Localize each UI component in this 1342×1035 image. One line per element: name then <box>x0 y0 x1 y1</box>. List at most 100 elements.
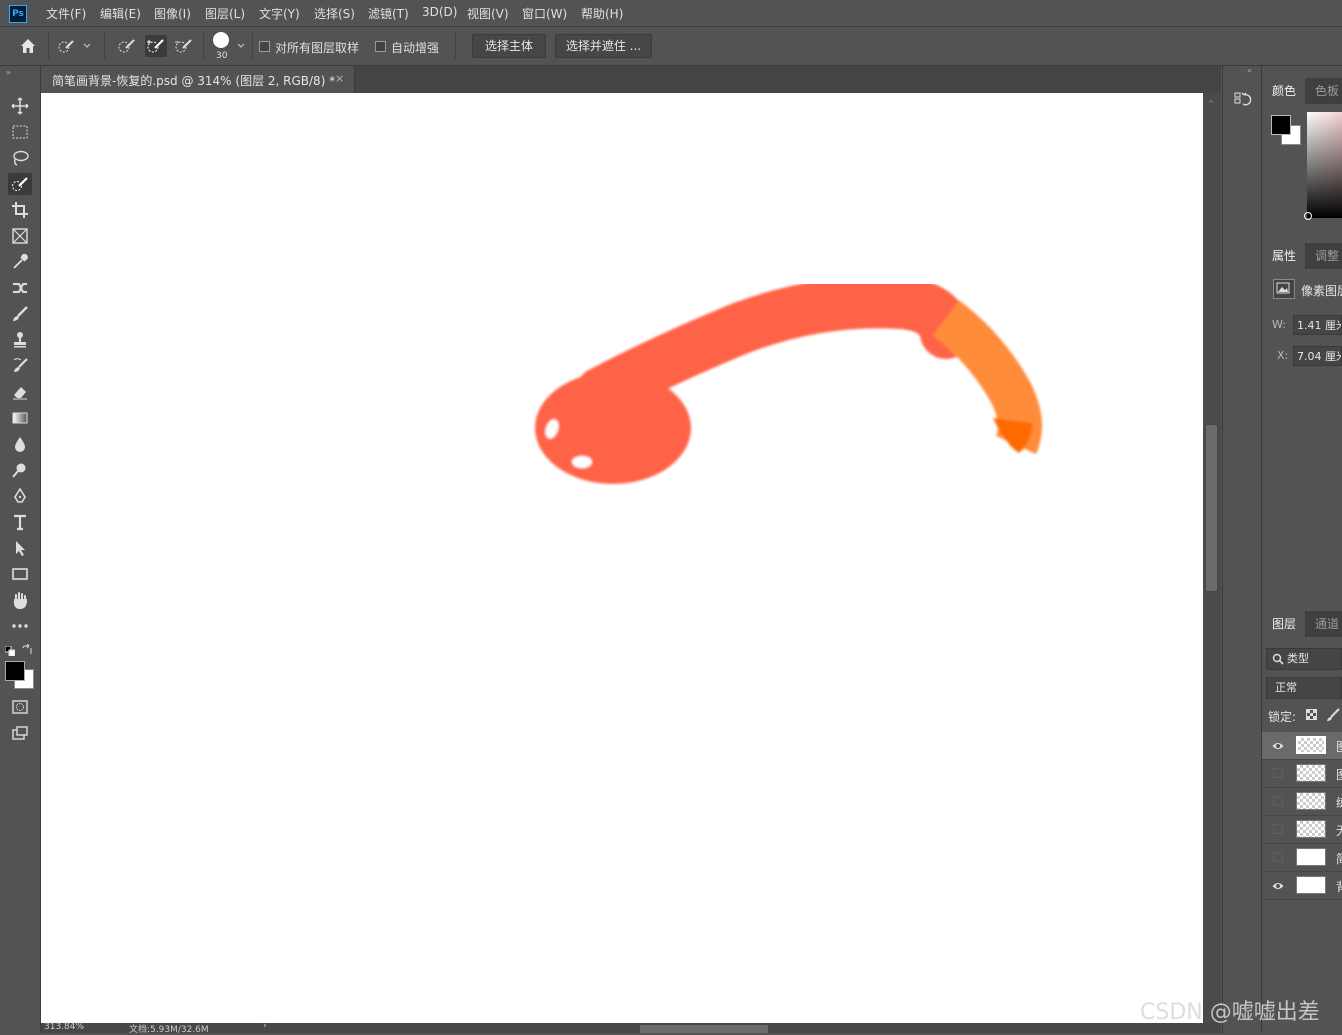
quick-mask-icon[interactable] <box>8 696 32 718</box>
quick-selection-tool-icon[interactable] <box>8 173 32 195</box>
layer-name: 图 <box>1336 766 1342 783</box>
menu-layer[interactable]: 图层(L) <box>205 5 245 22</box>
layer-name: 背 <box>1336 878 1342 895</box>
menu-select[interactable]: 选择(S) <box>314 5 355 22</box>
menu-image[interactable]: 图像(I) <box>154 5 191 22</box>
menu-file[interactable]: 文件(F) <box>46 5 86 22</box>
more-tools-icon[interactable] <box>8 615 32 637</box>
lasso-tool-icon[interactable] <box>8 147 32 169</box>
menu-filter[interactable]: 滤镜(T) <box>368 5 409 22</box>
chevron-down-icon[interactable] <box>80 35 94 57</box>
layer-thumbnail <box>1296 848 1326 866</box>
history-brush-tool-icon[interactable] <box>8 355 32 377</box>
horizontal-scroll-thumb[interactable] <box>640 1025 768 1033</box>
layer-name: 简 <box>1336 850 1342 867</box>
type-tool-icon[interactable] <box>8 511 32 533</box>
tab-adjustments[interactable]: 调整 <box>1305 243 1342 269</box>
layer-thumbnail <box>1296 736 1326 754</box>
move-tool-icon[interactable] <box>8 95 32 117</box>
layer-thumbnail <box>1296 876 1326 894</box>
document-size: 文档:5.93M/32.6M <box>129 1025 209 1035</box>
close-tab-icon[interactable]: × <box>335 72 344 85</box>
new-selection-icon[interactable] <box>117 35 139 57</box>
history-panel-icon[interactable] <box>1234 91 1252 112</box>
photoshop-logo: Ps <box>9 5 27 23</box>
home-icon[interactable] <box>17 35 39 57</box>
gradient-tool-icon[interactable] <box>8 407 32 429</box>
select-and-mask-button[interactable]: 选择并遮住 ... <box>555 34 652 58</box>
color-picker-cursor[interactable] <box>1304 212 1312 220</box>
eye-icon[interactable] <box>1272 740 1284 750</box>
panel-foreground-swatch[interactable] <box>1271 115 1291 135</box>
rectangle-tool-icon[interactable] <box>8 563 32 585</box>
tab-swatches[interactable]: 色板 <box>1305 78 1342 104</box>
canvas[interactable] <box>41 93 1203 1023</box>
layer-name: 无 <box>1336 822 1342 839</box>
eraser-tool-icon[interactable] <box>8 381 32 403</box>
x-label: X: <box>1277 349 1289 362</box>
layer-name: 图 <box>1336 738 1342 755</box>
scroll-up-icon[interactable]: ^ <box>1208 99 1215 108</box>
eye-icon[interactable] <box>1272 880 1284 890</box>
default-colors-icon[interactable] <box>4 645 16 659</box>
vertical-scroll-thumb[interactable] <box>1206 425 1217 591</box>
status-menu-arrow-icon[interactable]: › <box>263 1021 267 1031</box>
tab-channels[interactable]: 通道 <box>1305 611 1342 637</box>
brush-tool-icon[interactable] <box>8 303 32 325</box>
dodge-tool-icon[interactable] <box>8 459 32 481</box>
visibility-toggle[interactable] <box>1273 824 1283 834</box>
marquee-tool-icon[interactable] <box>8 121 32 143</box>
lock-image-pixels-icon[interactable] <box>1326 708 1340 725</box>
menu-edit[interactable]: 编辑(E) <box>100 5 141 22</box>
menu-3d[interactable]: 3D(D) <box>422 5 457 19</box>
auto-enhance-checkbox[interactable] <box>375 41 386 52</box>
hand-tool-icon[interactable] <box>8 589 32 611</box>
menu-help[interactable]: 帮助(H) <box>581 5 623 22</box>
subtract-from-selection-icon[interactable] <box>173 35 195 57</box>
lock-transparent-pixels-icon[interactable] <box>1306 709 1317 723</box>
path-selection-tool-icon[interactable] <box>8 537 32 559</box>
dock-collapse-icon[interactable]: « <box>1247 66 1252 75</box>
eyedropper-tool-icon[interactable] <box>8 251 32 273</box>
crop-tool-icon[interactable] <box>8 199 32 221</box>
x-position-field[interactable]: 7.04 厘米 <box>1293 346 1342 366</box>
layer-row[interactable]: 无 <box>1262 816 1342 844</box>
width-label: W: <box>1272 318 1286 331</box>
select-subject-button[interactable]: 选择主体 <box>472 34 546 58</box>
layer-thumbnail <box>1296 820 1326 838</box>
add-to-selection-icon[interactable] <box>145 35 167 57</box>
brush-size: 30 <box>216 51 228 61</box>
menu-view[interactable]: 视图(V) <box>467 5 509 22</box>
foreground-color-swatch[interactable] <box>5 661 25 681</box>
frame-tool-icon[interactable] <box>8 225 32 247</box>
clone-stamp-tool-icon[interactable] <box>8 329 32 351</box>
color-picker-field[interactable] <box>1307 112 1342 218</box>
screen-mode-icon[interactable] <box>8 722 32 744</box>
zoom-level[interactable]: 313.84% <box>44 1022 84 1032</box>
layer-row[interactable]: 简 <box>1262 844 1342 872</box>
visibility-toggle[interactable] <box>1273 852 1283 862</box>
lock-label: 锁定: <box>1268 710 1297 724</box>
healing-brush-tool-icon[interactable] <box>8 277 32 299</box>
panel-collapse-icon[interactable]: » <box>6 68 11 77</box>
status-bar: 313.84% 文档:5.93M/32.6M › <box>41 1021 1221 1035</box>
width-field[interactable]: 1.41 厘米 <box>1293 315 1342 335</box>
pen-tool-icon[interactable] <box>8 485 32 507</box>
visibility-toggle[interactable] <box>1273 768 1283 778</box>
layer-row[interactable]: 图 <box>1262 760 1342 788</box>
visibility-toggle[interactable] <box>1273 796 1283 806</box>
swap-colors-icon[interactable] <box>21 643 33 659</box>
layer-row[interactable]: 背 <box>1262 872 1342 900</box>
blur-tool-icon[interactable] <box>8 433 32 455</box>
menu-type[interactable]: 文字(Y) <box>259 5 300 22</box>
quick-select-preset-icon[interactable] <box>58 35 80 57</box>
brush-picker-chevron-icon[interactable] <box>234 35 248 57</box>
options-bar: 30 对所有图层取样 自动增强 选择主体 选择并遮住 ... <box>0 27 1342 66</box>
layer-row[interactable]: 练 <box>1262 788 1342 816</box>
brush-preview-icon[interactable] <box>213 32 229 48</box>
sample-all-layers-checkbox[interactable] <box>259 41 270 52</box>
blend-mode-select[interactable]: 正常 <box>1266 677 1342 699</box>
panel-dock-strip: « <box>1222 66 1261 1033</box>
layer-row[interactable]: 图 <box>1262 732 1342 760</box>
menu-window[interactable]: 窗口(W) <box>522 5 567 22</box>
